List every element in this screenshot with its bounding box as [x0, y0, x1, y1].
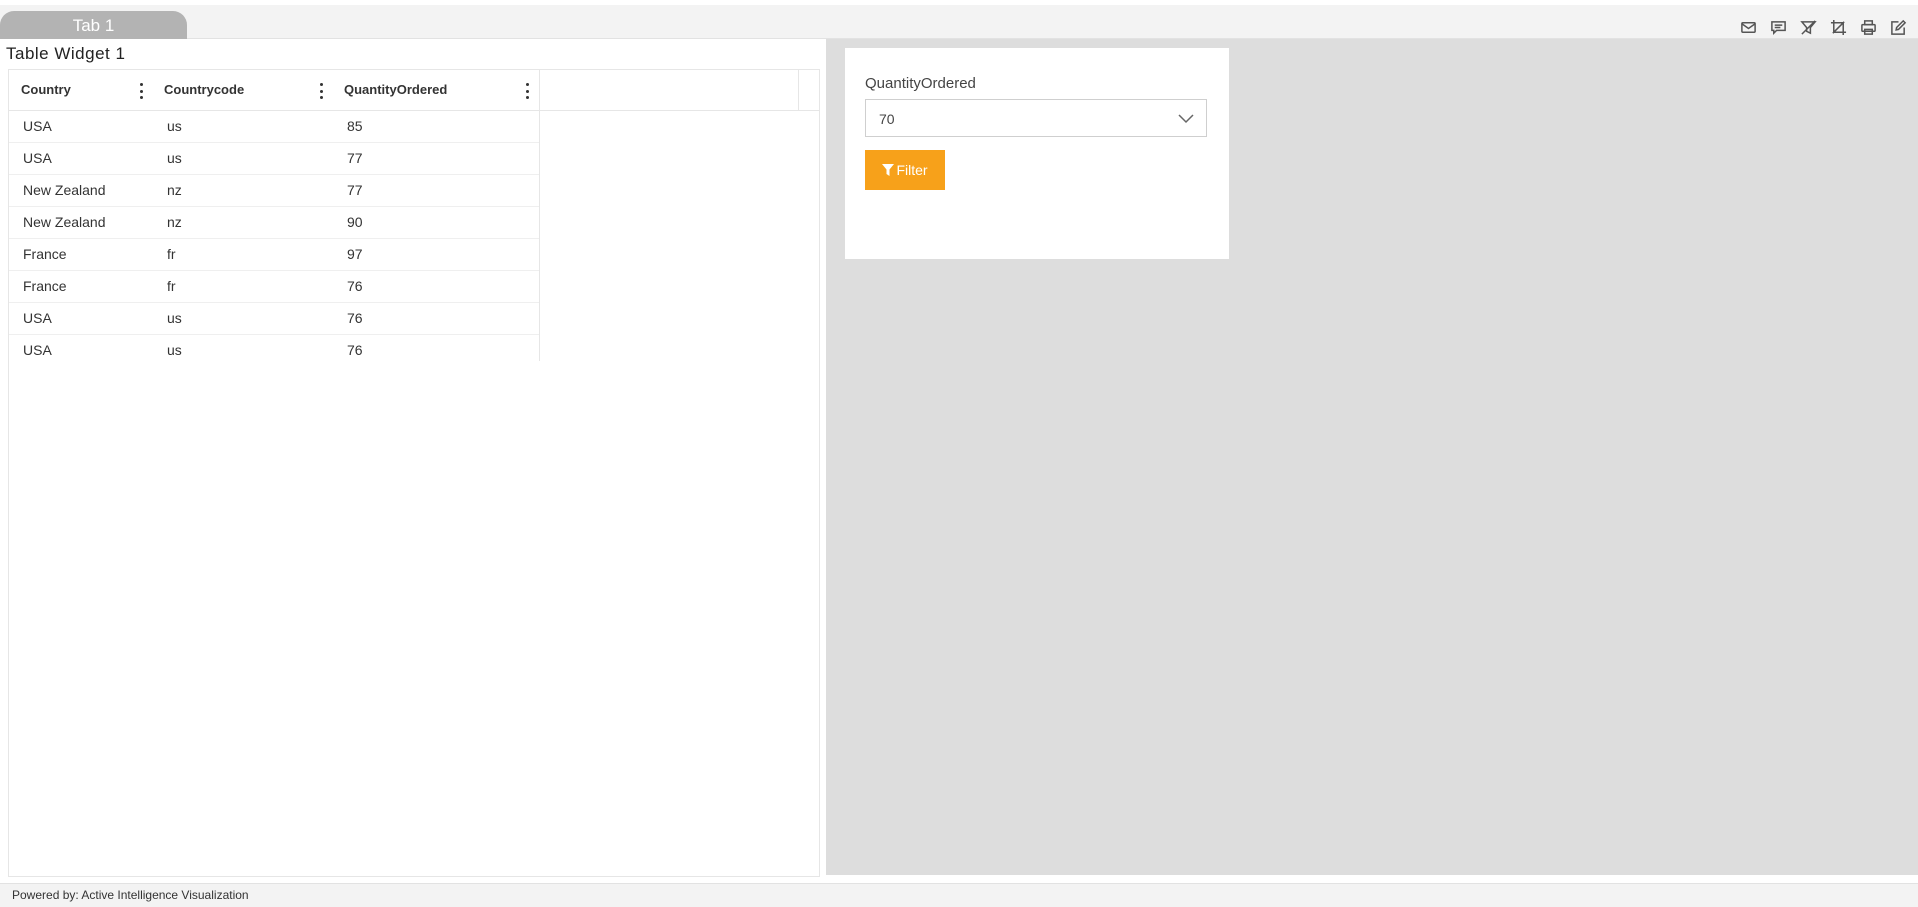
column-header-countrycode[interactable]: Countrycode [152, 70, 332, 110]
dashboard-toolbar [1738, 17, 1908, 37]
table-row[interactable]: USA us 76 [9, 335, 539, 366]
cell-quantityordered: 76 [347, 342, 363, 358]
clear-filter-icon[interactable] [1798, 17, 1818, 37]
column-header-label: QuantityOrdered [344, 82, 448, 97]
column-menu-icon[interactable] [138, 82, 144, 100]
cell-quantityordered: 77 [347, 150, 363, 166]
column-menu-icon[interactable] [524, 82, 530, 100]
column-header-quantityordered[interactable]: QuantityOrdered [332, 70, 539, 110]
quantity-ordered-select[interactable]: 70 [865, 99, 1207, 137]
cell-country: New Zealand [23, 214, 106, 230]
filter-label: QuantityOrdered [865, 75, 976, 92]
cell-country: USA [23, 310, 52, 326]
filter-icon [882, 164, 895, 176]
cell-quantityordered: 90 [347, 214, 363, 230]
column-divider [539, 70, 540, 110]
powered-by-text: Powered by: Active Intelligence Visualiz… [12, 888, 249, 902]
filter-button[interactable]: Filter [865, 150, 945, 190]
cell-quantityordered: 97 [347, 246, 363, 262]
cell-quantityordered: 77 [347, 182, 363, 198]
column-divider [798, 70, 799, 110]
table-body: USA us 85 USA us 77 New Zealand nz 77 Ne… [9, 111, 539, 366]
cell-countrycode: nz [167, 182, 182, 198]
comment-icon[interactable] [1768, 17, 1788, 37]
cell-quantityordered: 85 [347, 118, 363, 134]
table-row[interactable]: USA us 77 [9, 143, 539, 175]
crop-icon[interactable] [1828, 17, 1848, 37]
table-widget-title: Table Widget 1 [6, 44, 126, 63]
cell-country: France [23, 246, 67, 262]
table-row[interactable]: France fr 76 [9, 271, 539, 303]
cell-countrycode: us [167, 342, 182, 358]
cell-country: USA [23, 150, 52, 166]
print-icon[interactable] [1858, 17, 1878, 37]
table-widget: Country Countrycode QuantityOrdered USA … [8, 69, 820, 877]
cell-countrycode: fr [167, 278, 176, 294]
cell-countrycode: us [167, 118, 182, 134]
table-row[interactable]: USA us 85 [9, 111, 539, 143]
cell-quantityordered: 76 [347, 278, 363, 294]
cell-countrycode: nz [167, 214, 182, 230]
cell-countrycode: fr [167, 246, 176, 262]
column-menu-icon[interactable] [318, 82, 324, 100]
column-header-country[interactable]: Country [9, 70, 154, 110]
column-header-label: Country [21, 82, 71, 97]
table-row[interactable]: New Zealand nz 77 [9, 175, 539, 207]
mail-icon[interactable] [1738, 17, 1758, 37]
table-row[interactable]: USA us 76 [9, 303, 539, 335]
cell-countrycode: us [167, 310, 182, 326]
cell-country: France [23, 278, 67, 294]
column-divider [539, 110, 540, 361]
filter-widget: QuantityOrdered 70 Filter [845, 48, 1229, 259]
table-row[interactable]: New Zealand nz 90 [9, 207, 539, 239]
cell-quantityordered: 76 [347, 310, 363, 326]
footer: Powered by: Active Intelligence Visualiz… [0, 883, 1918, 907]
select-value: 70 [879, 111, 895, 127]
table-header: Country Countrycode QuantityOrdered [9, 70, 819, 111]
tab-bar: Tab 1 [0, 5, 1918, 39]
cell-country: USA [23, 342, 52, 358]
tab-1[interactable]: Tab 1 [0, 11, 187, 39]
dashboard-canvas: QuantityOrdered 70 Filter [826, 39, 1918, 875]
filter-button-label: Filter [896, 162, 928, 178]
table-row[interactable]: France fr 97 [9, 239, 539, 271]
edit-icon[interactable] [1888, 17, 1908, 37]
chevron-down-icon [1178, 114, 1194, 124]
cell-country: USA [23, 118, 52, 134]
cell-country: New Zealand [23, 182, 106, 198]
cell-countrycode: us [167, 150, 182, 166]
column-header-label: Countrycode [164, 82, 245, 97]
